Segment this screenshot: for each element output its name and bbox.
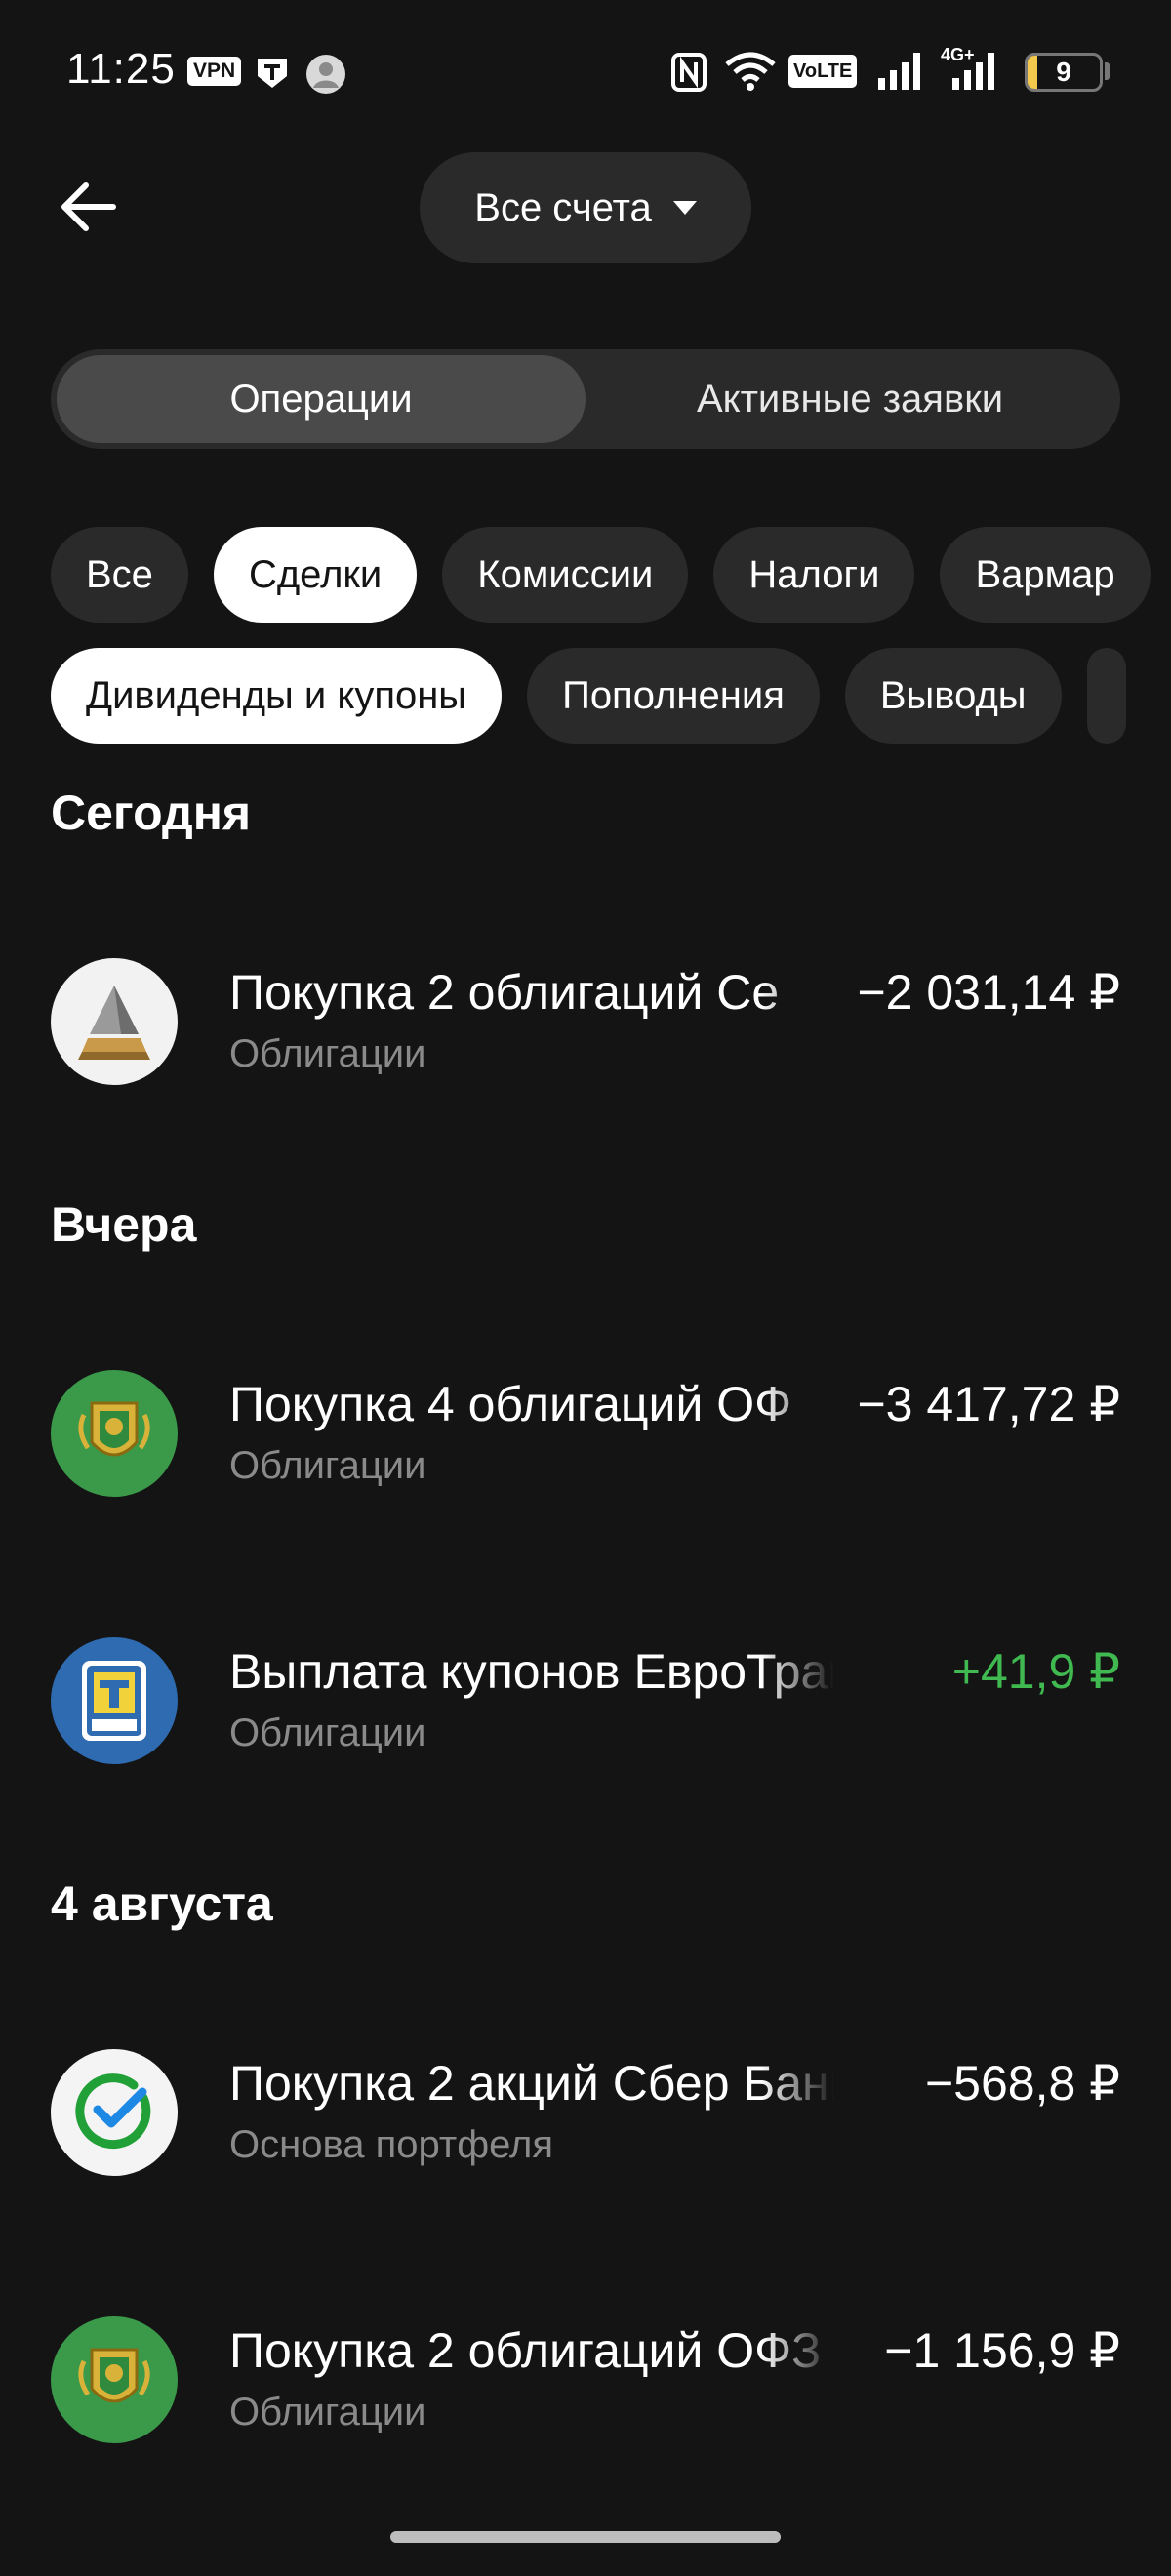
filter-chip-dividends[interactable]: Дивиденды и купоны [51, 648, 503, 744]
operation-subtitle: Основа портфеля [229, 2123, 554, 2166]
pyramid-logo-icon [51, 958, 178, 1085]
section-title-aug-4: 4 августа [51, 1876, 273, 1931]
operation-subtitle: Облигации [229, 2391, 426, 2434]
account-selector[interactable]: Все счета [420, 152, 751, 263]
volte-icon: VoLTE [788, 55, 858, 88]
status-time: 11:25 [66, 45, 176, 93]
status-bar: 11:25 VPN VoLTE 4G+ 9 [0, 0, 1171, 137]
operation-amount: −2 031,14 ₽ [857, 965, 1120, 1020]
operation-row[interactable]: Покупка 2 облигаций Се Облигации −2 031,… [51, 958, 1120, 1095]
operation-title: Выплата купонов ЕвроТранс [229, 1644, 834, 1699]
battery-level: 9 [1056, 57, 1071, 87]
operation-row[interactable]: Покупка 2 акций Сбер Банк Основа портфел… [51, 2049, 1120, 2186]
section-title-yesterday: Вчера [51, 1197, 197, 1252]
operation-row[interactable]: Покупка 2 облигаций ОФЗ Облигации −1 156… [51, 2316, 1120, 2453]
operation-amount: −1 156,9 ₽ [884, 2323, 1120, 2378]
sber-logo-icon [51, 2049, 178, 2176]
signal-1-icon [878, 53, 920, 90]
operation-row[interactable]: Выплата купонов ЕвроТранс Облигации +41,… [51, 1637, 1120, 1774]
filter-chip-deposits[interactable]: Пополнения [527, 648, 820, 744]
battery-icon: 9 [1025, 53, 1103, 92]
filter-chip-margin[interactable]: Вармар [940, 527, 1151, 623]
operation-title: Покупка 4 облигаций ОФ [229, 1377, 792, 1431]
wifi-icon [725, 52, 776, 91]
back-arrow-icon[interactable] [57, 176, 119, 238]
tab-active-orders[interactable]: Активные заявки [586, 355, 1114, 443]
operation-subtitle: Облигации [229, 1444, 426, 1487]
minfin-emblem-icon [51, 1370, 178, 1497]
operation-amount: −3 417,72 ₽ [857, 1377, 1120, 1431]
t-bank-icon [258, 59, 287, 88]
nfc-icon [671, 53, 707, 92]
signal-2-icon [952, 53, 994, 90]
filter-chips-row-1: Все Сделки Комиссии Налоги Вармар [51, 527, 1151, 623]
battery-tip [1105, 62, 1110, 80]
minfin-emblem-icon [51, 2316, 178, 2443]
operation-amount: +41,9 ₽ [951, 1644, 1120, 1699]
operation-title: Покупка 2 облигаций ОФЗ [229, 2323, 822, 2378]
operation-title: Покупка 2 облигаций Се [229, 965, 780, 1020]
filter-chip-all[interactable]: Все [51, 527, 188, 623]
section-title-today: Сегодня [51, 785, 252, 840]
segmented-control: Операции Активные заявки [51, 349, 1120, 449]
operation-amount: −568,8 ₽ [924, 2056, 1120, 2111]
filter-chips-row-2: Дивиденды и купоны Пополнения Выводы [51, 648, 1126, 744]
operation-title: Покупка 2 акций Сбер Банк [229, 2056, 834, 2111]
operation-subtitle: Облигации [229, 1711, 426, 1754]
filter-chip-commissions[interactable]: Комиссии [442, 527, 689, 623]
account-selector-label: Все счета [474, 185, 652, 229]
caret-down-icon [672, 201, 697, 215]
filter-chip-more[interactable] [1086, 648, 1126, 744]
home-indicator[interactable] [390, 2531, 781, 2543]
filter-chip-withdrawals[interactable]: Выводы [844, 648, 1062, 744]
operations-screen: 11:25 VPN VoLTE 4G+ 9 Все счета Операции… [0, 0, 1171, 2576]
trassa-logo-icon [51, 1637, 178, 1764]
filter-chip-deals[interactable]: Сделки [213, 527, 418, 623]
avatar-notification-icon [306, 55, 345, 94]
filter-chip-taxes[interactable]: Налоги [713, 527, 915, 623]
operation-row[interactable]: Покупка 4 облигаций ОФ Облигации −3 417,… [51, 1370, 1120, 1507]
operation-subtitle: Облигации [229, 1032, 426, 1075]
tab-operations[interactable]: Операции [57, 355, 586, 443]
vpn-icon: VPN [187, 57, 242, 86]
